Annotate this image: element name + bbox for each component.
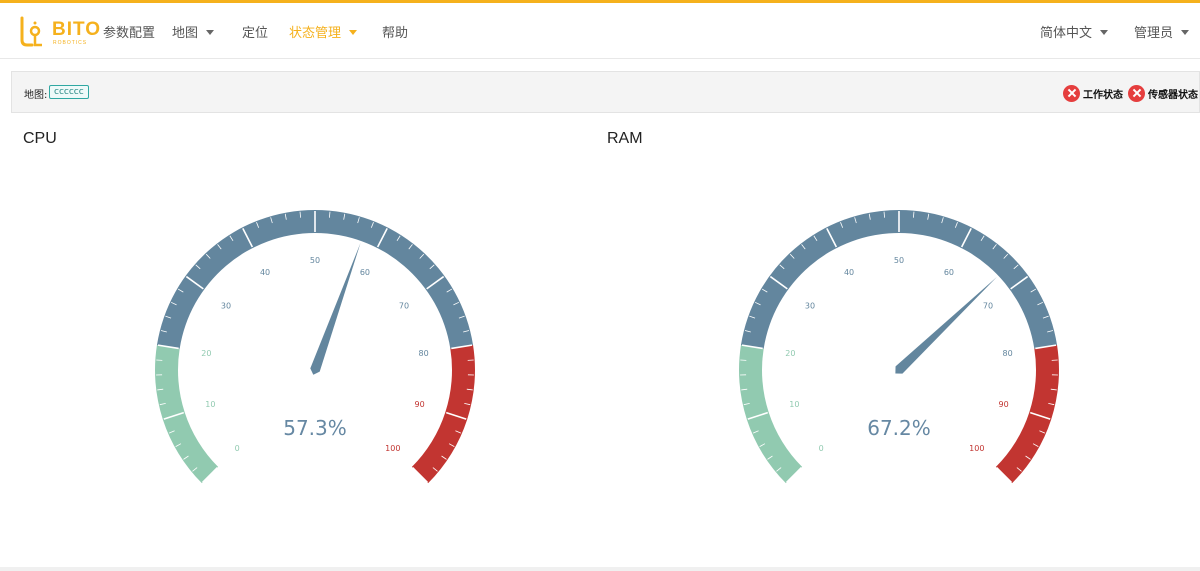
gauge-minor-tick: [883, 211, 885, 218]
nav-item-localization[interactable]: 定位: [242, 22, 268, 41]
nav-item-parameter-config[interactable]: 参数配置: [103, 22, 155, 41]
gauge-tick-label: 80: [1003, 349, 1013, 358]
robot-logo-icon: [20, 16, 42, 47]
chevron-down-icon: [1100, 30, 1109, 35]
gauge-tick-label: 30: [805, 301, 815, 310]
gauge-tick-label: 70: [983, 301, 993, 310]
logo-wordmark: BITO: [52, 19, 102, 40]
nav-item-label: 帮助: [382, 26, 409, 41]
gauge-band: [739, 344, 803, 484]
gauge-tick-label: 40: [844, 268, 854, 277]
nav-item-help[interactable]: 帮助: [382, 22, 408, 41]
gauge-tick-label: 0: [819, 444, 824, 453]
gauge-tick-label: 50: [310, 256, 320, 265]
gauge-tick-label: 0: [235, 444, 240, 453]
gauge-tick-label: 90: [999, 400, 1009, 409]
gauge-tick-label: 20: [201, 349, 211, 358]
gauge-tick-label: 50: [894, 256, 904, 265]
nav-item-label: 定位: [242, 26, 269, 41]
gauge-minor-tick: [299, 211, 301, 218]
nav-item-label: 参数配置: [103, 26, 156, 41]
chevron-down-icon: [349, 30, 358, 35]
status-dashboard: CPU RAM 0 10 20 30 40 50 60 70 80 90 100 57.3% 0 10 2…: [11, 118, 1200, 568]
error-x-icon: [1063, 84, 1080, 102]
chevron-down-icon: [1181, 30, 1190, 35]
gauge-tick-label: 10: [789, 400, 799, 409]
page-footer-line: [0, 567, 1200, 571]
language-label: 简体中文: [1040, 26, 1093, 41]
nav-item-label: 状态管理: [289, 26, 342, 41]
gauge-tick-label: 60: [360, 268, 370, 277]
nav-item-label: 地图: [172, 26, 199, 41]
sensor-status-label: 传感器状态: [1148, 89, 1198, 101]
ram-gauge: 0 10 20 30 40 50 60 70 80 90 100 67.2%: [739, 209, 1059, 484]
gauge-band: [155, 344, 219, 484]
gauge-minor-tick: [913, 211, 915, 218]
gauge-tick-label: 100: [385, 444, 400, 453]
sensor-status-indicator[interactable]: 传感器状态: [1128, 83, 1198, 103]
gauge-value-label: 57.3%: [283, 416, 347, 440]
top-navigation-bar: BITO ROBOTICS 参数配置 地图 定位 状态管理 帮助 简体中文 管理…: [0, 0, 1200, 59]
error-x-icon: [1128, 84, 1145, 102]
cpu-gauge: 0 10 20 30 40 50 60 70 80 90 100 57.3%: [155, 209, 475, 484]
map-label: 地图:: [24, 90, 48, 101]
logo-subtitle: ROBOTICS: [53, 40, 88, 46]
gauge-tick-label: 100: [969, 444, 984, 453]
gauge-tick-label: 20: [785, 349, 795, 358]
gauge-minor-tick: [329, 211, 331, 218]
gauge-tick-label: 70: [399, 301, 409, 310]
gauge-tick-label: 60: [944, 268, 954, 277]
work-status-indicator[interactable]: 工作状态: [1063, 83, 1123, 103]
language-selector[interactable]: 简体中文: [1040, 22, 1109, 41]
gauge-tick-label: 30: [221, 301, 231, 310]
gauge-tick-label: 40: [260, 268, 270, 277]
current-map-tag[interactable]: cccccc: [49, 85, 89, 99]
user-menu[interactable]: 管理员: [1134, 22, 1190, 41]
nav-item-status-management[interactable]: 状态管理: [289, 22, 358, 41]
chevron-down-icon: [206, 30, 215, 35]
status-bar: 地图: cccccc 工作状态 传感器状态: [11, 71, 1200, 113]
gauge-tick-label: 10: [205, 400, 215, 409]
gauge-tick-label: 80: [419, 349, 429, 358]
gauge-tick-label: 90: [415, 400, 425, 409]
nav-item-map[interactable]: 地图: [172, 22, 215, 41]
gauge-pointer: [895, 276, 997, 374]
gauge-band: [995, 344, 1059, 484]
bito-logo[interactable]: BITO ROBOTICS: [18, 14, 100, 50]
work-status-label: 工作状态: [1083, 89, 1123, 101]
gauge-band: [411, 344, 475, 484]
user-label: 管理员: [1134, 26, 1174, 41]
gauge-value-label: 67.2%: [867, 416, 931, 440]
